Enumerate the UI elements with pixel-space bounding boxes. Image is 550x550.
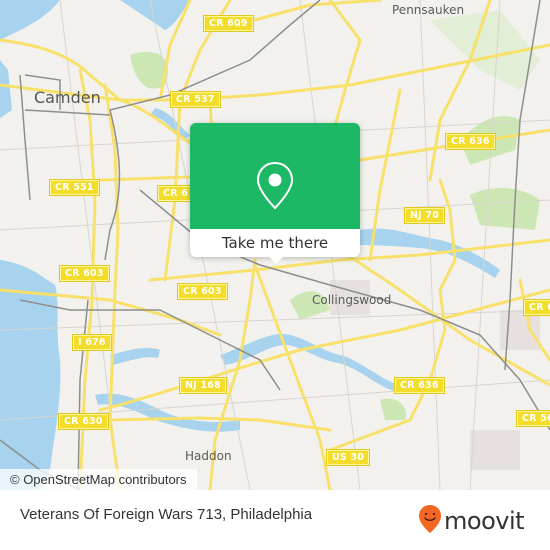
road-shield-i676: I 676 (72, 334, 112, 351)
road-shield-cr537: CR 537 (170, 91, 221, 108)
map-attribution[interactable]: © OpenStreetMap contributors (0, 469, 197, 490)
landuse-area (470, 430, 520, 470)
road-shield-cr609: CR 609 (203, 15, 254, 32)
creek-water (110, 347, 160, 365)
moovit-wordmark: moovit (444, 507, 525, 535)
footer-bar: Veterans Of Foreign Wars 713, Philadelph… (0, 490, 550, 550)
place-label-haddon: Haddon (185, 449, 232, 463)
creek-water (150, 108, 190, 140)
popup-tail (268, 256, 284, 264)
place-label-camden: Camden (34, 88, 101, 107)
road-shield-cr551: CR 551 (49, 179, 100, 196)
place-title: Veterans Of Foreign Wars 713, Philadelph… (20, 506, 313, 523)
moovit-logo[interactable]: moovit (418, 504, 525, 538)
road-shield-cr636: CR 636 (445, 133, 496, 150)
road-shield-cr6: CR 6 (156, 185, 195, 202)
map-view[interactable]: Camden Pennsauken Collingswood Haddon CR… (0, 0, 550, 490)
moovit-smiley-pin-icon (418, 504, 442, 538)
road-shield-cr603: CR 603 (59, 265, 110, 282)
place-label-pennsauken: Pennsauken (392, 3, 465, 17)
river-water (0, 60, 12, 118)
take-me-there-button[interactable]: Take me there (190, 229, 360, 257)
river-water (0, 0, 60, 40)
landuse-area (500, 310, 540, 350)
road-shield-cr630: CR 630 (58, 413, 109, 430)
park-area (380, 398, 406, 420)
popup-header (190, 123, 360, 229)
park-area (470, 188, 540, 230)
place-label-collingswood: Collingswood (312, 293, 392, 307)
road-shield-nj70: NJ 70 (403, 207, 446, 224)
road-shield-cr6-right: CR 6 (522, 299, 550, 316)
road-shield-us30: US 30 (325, 449, 371, 466)
road-shield-cr603: CR 603 (177, 283, 228, 300)
location-popup: Take me there (190, 123, 360, 264)
road-shield-cr56: CR 56 (516, 410, 550, 427)
road-shield-nj168: NJ 168 (179, 377, 227, 394)
creek-water (220, 334, 400, 392)
road-shield-cr636: CR 636 (394, 377, 445, 394)
